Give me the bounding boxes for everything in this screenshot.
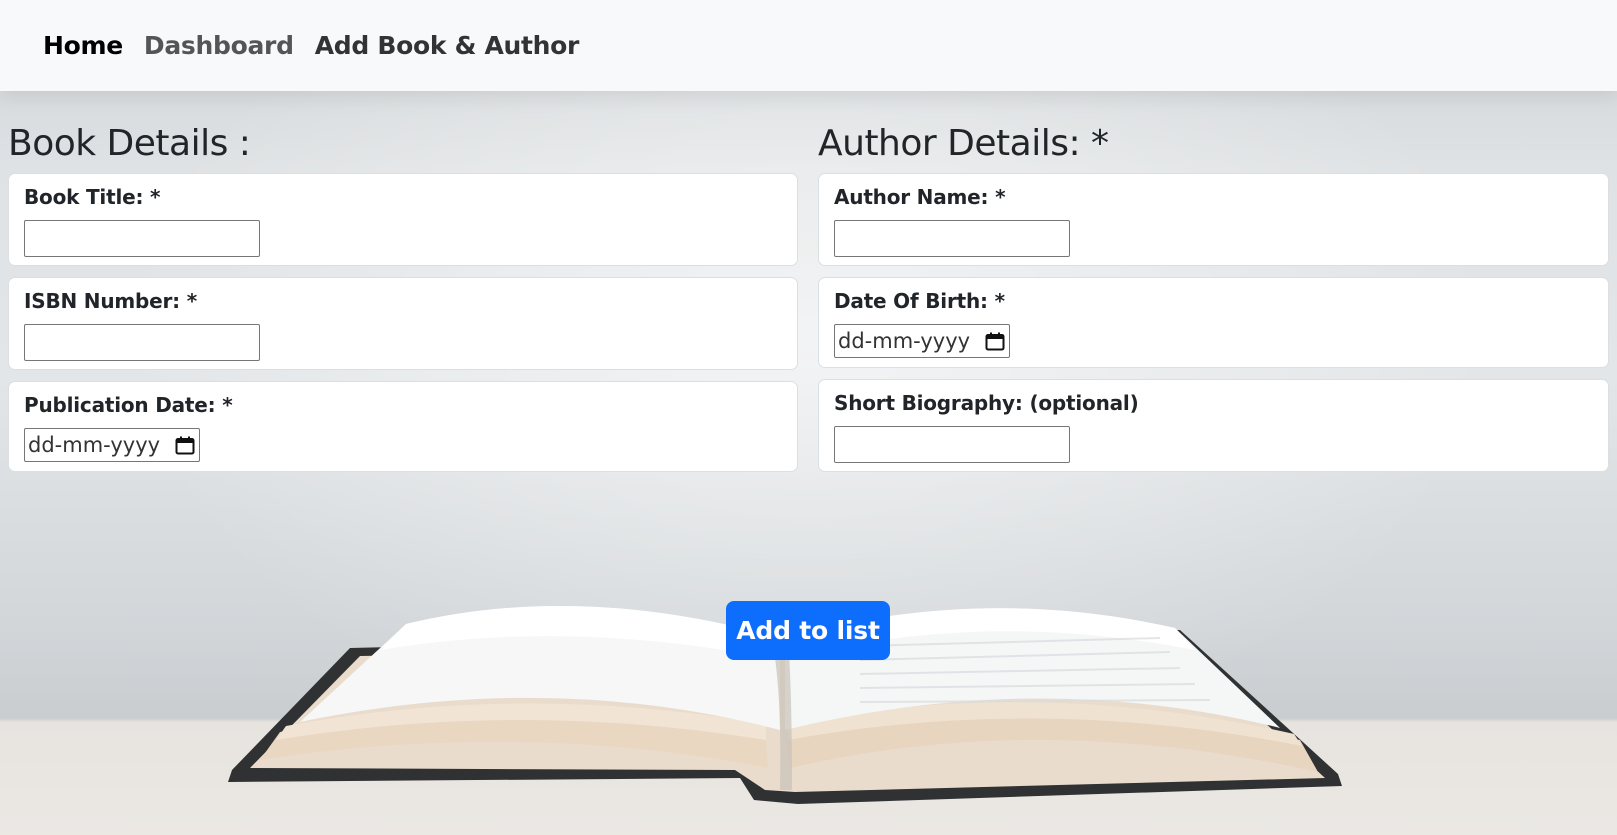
top-navbar: Home Dashboard Add Book & Author (0, 0, 1617, 91)
isbn-label: ISBN Number: * (24, 289, 197, 313)
publication-date-card: Publication Date: * dd-mm-yyyy (8, 381, 798, 472)
nav-dashboard-link[interactable]: Dashboard (144, 31, 294, 60)
add-to-list-button[interactable]: Add to list (726, 601, 890, 660)
dob-input[interactable]: dd-mm-yyyy (834, 324, 1010, 358)
bio-card: Short Biography: (optional) (818, 379, 1609, 472)
calendar-icon[interactable] (985, 332, 1005, 351)
nav-add-book-author-link[interactable]: Add Book & Author (315, 31, 580, 60)
bio-label: Short Biography: (optional) (834, 391, 1139, 415)
calendar-icon[interactable] (175, 436, 195, 455)
author-details-title: Author Details: * (818, 123, 1109, 164)
book-title-card: Book Title: * (8, 173, 798, 266)
author-name-card: Author Name: * (818, 173, 1609, 266)
isbn-card: ISBN Number: * (8, 277, 798, 370)
publication-date-input[interactable]: dd-mm-yyyy (24, 428, 200, 462)
bio-input[interactable] (834, 426, 1070, 463)
dob-label: Date Of Birth: * (834, 289, 1005, 313)
book-title-label: Book Title: * (24, 185, 161, 209)
book-title-input[interactable] (24, 220, 260, 257)
publication-date-placeholder: dd-mm-yyyy (28, 433, 161, 457)
author-details-section: Author Details: * Author Name: * Date Of… (818, 118, 1609, 483)
isbn-input[interactable] (24, 324, 260, 361)
dob-placeholder: dd-mm-yyyy (838, 329, 971, 353)
publication-date-label: Publication Date: * (24, 393, 233, 417)
author-name-input[interactable] (834, 220, 1070, 257)
book-details-section: Book Details : Book Title: * ISBN Number… (8, 118, 798, 483)
dob-card: Date Of Birth: * dd-mm-yyyy (818, 277, 1609, 368)
author-name-label: Author Name: * (834, 185, 1006, 209)
nav-home-link[interactable]: Home (43, 31, 123, 60)
book-details-title: Book Details : (8, 123, 251, 164)
